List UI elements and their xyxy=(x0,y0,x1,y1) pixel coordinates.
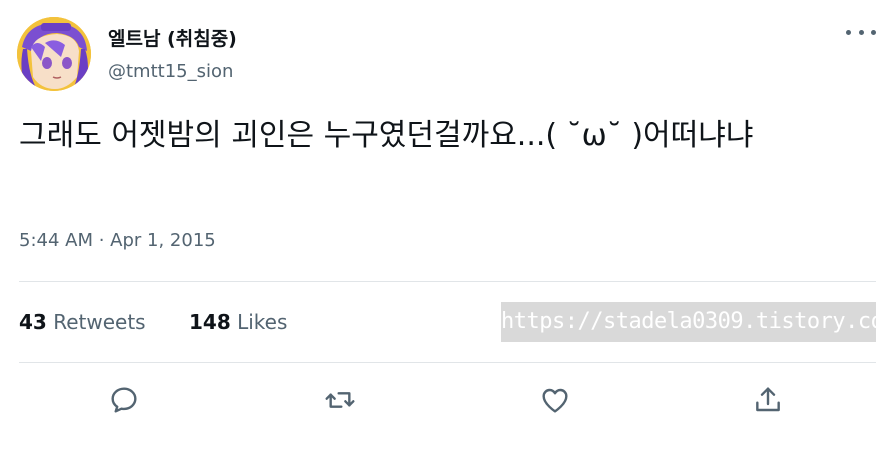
reply-button[interactable] xyxy=(106,382,142,418)
retweets-label: Retweets xyxy=(53,310,146,334)
retweets-count: 43 xyxy=(19,310,47,334)
tweet-text: 그래도 어젯밤의 괴인은 누구였던걸까요...( ˘ω˘ )어떠냐냐 xyxy=(19,118,754,153)
more-options-icon[interactable] xyxy=(846,20,876,44)
likes-label: Likes xyxy=(237,310,288,334)
likes-count: 148 xyxy=(189,310,231,334)
likes-stat[interactable]: 148 Likes xyxy=(189,310,287,334)
like-button[interactable] xyxy=(537,382,573,418)
more-dot xyxy=(871,29,876,35)
retweet-button[interactable] xyxy=(322,382,358,418)
more-dot xyxy=(846,29,851,35)
retweet-icon xyxy=(325,392,355,408)
avatar-image xyxy=(17,17,91,91)
user-handle[interactable]: @tmtt15_sion xyxy=(108,61,233,82)
reply-icon xyxy=(111,387,137,413)
retweets-stat[interactable]: 43 Retweets xyxy=(19,310,146,334)
tweet-timestamp[interactable]: 5:44 AM · Apr 1, 2015 xyxy=(19,230,216,251)
like-icon xyxy=(542,388,568,413)
share-button[interactable] xyxy=(750,382,786,418)
display-name[interactable]: 엘트남 (취침중) xyxy=(108,24,237,51)
avatar[interactable] xyxy=(17,17,91,91)
share-icon xyxy=(756,387,780,412)
more-dot xyxy=(858,29,864,35)
divider xyxy=(19,281,876,282)
divider xyxy=(19,362,876,363)
watermark: https://stadela0309.tistory.com xyxy=(501,302,894,342)
